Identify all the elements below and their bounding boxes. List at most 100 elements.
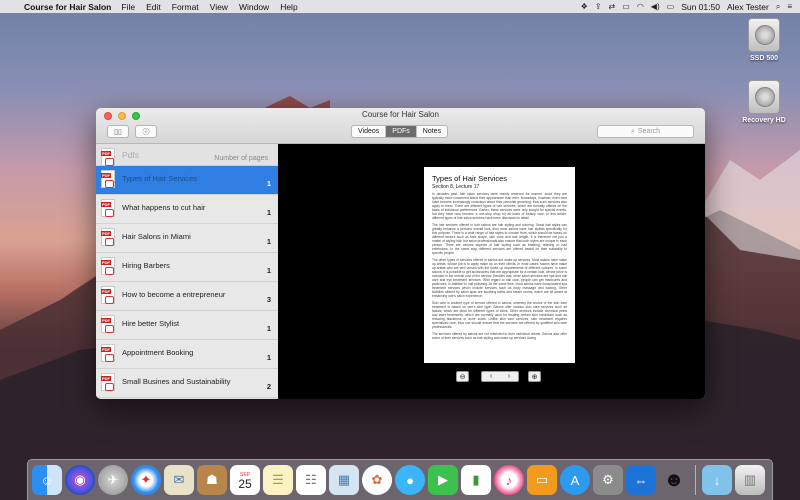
page-count: 3 xyxy=(266,295,271,304)
upload-icon[interactable]: ⇪ xyxy=(595,2,602,11)
page-navigation: ‹ › xyxy=(481,371,519,382)
numbers-icon[interactable]: ▮ xyxy=(461,465,491,495)
column-header-pages: Number of pages xyxy=(214,155,268,162)
preview-icon[interactable]: ▦ xyxy=(329,465,359,495)
facetime-icon[interactable]: ▶ xyxy=(428,465,458,495)
search-input[interactable]: ⌕ Search xyxy=(597,125,694,138)
zoom-in-button[interactable]: ⊕ xyxy=(528,371,541,382)
siri-icon[interactable]: ◉ xyxy=(65,465,95,495)
pdf-title: Hire better Stylist xyxy=(122,319,180,328)
safari-icon[interactable]: ✦ xyxy=(131,465,161,495)
tab-pdfs[interactable]: PDFs xyxy=(386,126,417,137)
document-subtitle: Section 8, Lecture 17 xyxy=(432,184,480,190)
pdf-icon xyxy=(101,228,115,246)
downloads-folder-icon[interactable]: ↓ xyxy=(702,465,732,495)
app-menu[interactable]: Course for Hair Salon xyxy=(24,2,111,12)
menu-file[interactable]: File xyxy=(121,2,135,12)
zoom-out-button[interactable]: ⊖ xyxy=(456,371,469,382)
tab-videos[interactable]: Videos xyxy=(352,126,387,137)
list-item[interactable]: Hire better Stylist 1 xyxy=(96,311,278,340)
info-icon: ⓘ xyxy=(142,128,150,136)
page-count: 1 xyxy=(266,179,271,188)
list-item[interactable]: Hiring Barbers 1 xyxy=(96,253,278,282)
itunes-icon[interactable]: ♪ xyxy=(494,465,524,495)
pdf-title: Small Busines and Sustainability xyxy=(122,377,231,386)
window-toolbar: Course for Hair Salon ▯▯ ⓘ Videos PDFs N… xyxy=(96,108,705,144)
menu-view[interactable]: View xyxy=(210,2,228,12)
tab-segmented-control: Videos PDFs Notes xyxy=(351,125,449,138)
desktop-drive-ssd[interactable]: SSD 500 xyxy=(729,18,799,62)
info-button[interactable]: ⓘ xyxy=(135,125,157,138)
document-paragraph: The other types of services offered in s… xyxy=(432,258,567,298)
tab-notes[interactable]: Notes xyxy=(417,126,447,137)
app-silhouette-icon[interactable]: ☻ xyxy=(659,465,689,495)
dock: ☺ ◉ ✈ ✦ ✉ ☗ SEP 25 ☰ ☷ ▦ ✿ ● ▶ ▮ ♪ ▭ A ⚙… xyxy=(27,459,773,500)
notes-icon[interactable]: ☰ xyxy=(263,465,293,495)
page-count: 2 xyxy=(266,382,271,391)
menu-format[interactable]: Format xyxy=(172,2,199,12)
pdf-viewer: Types of Hair Services Section 8, Lectur… xyxy=(278,144,705,399)
page-count: 1 xyxy=(266,237,271,246)
trash-icon[interactable]: ▥ xyxy=(735,465,765,495)
menu-help[interactable]: Help xyxy=(280,2,297,12)
pdf-title: Hair Salons in Miami xyxy=(122,232,191,241)
dropbox-icon[interactable]: ❖ xyxy=(581,2,588,11)
list-item[interactable]: Hair Salons in Miami 1 xyxy=(96,224,278,253)
hard-drive-icon xyxy=(748,18,780,52)
teamviewer-menu-icon[interactable]: ⇄ xyxy=(609,2,616,11)
clock[interactable]: Sun 01:50 xyxy=(681,2,720,12)
pdf-icon xyxy=(101,148,115,166)
reminders-icon[interactable]: ☷ xyxy=(296,465,326,495)
search-placeholder: Search xyxy=(637,128,661,135)
app-window: Course for Hair Salon ▯▯ ⓘ Videos PDFs N… xyxy=(96,108,705,399)
page-count: 1 xyxy=(266,266,271,275)
system-preferences-icon[interactable]: ⚙ xyxy=(593,465,623,495)
calendar-icon[interactable]: SEP 25 xyxy=(230,465,260,495)
pdf-icon xyxy=(101,257,115,275)
menu-window[interactable]: Window xyxy=(239,2,269,12)
pdf-icon xyxy=(101,170,115,188)
document-paragraph: In decades past, hair salon services wer… xyxy=(432,192,567,220)
list-item[interactable]: What happens to cut hair 1 xyxy=(96,195,278,224)
drive-label: SSD 500 xyxy=(749,55,779,62)
battery-icon[interactable]: ▭ xyxy=(667,2,675,11)
desktop-drive-recovery[interactable]: Recovery HD xyxy=(729,80,799,124)
volume-icon[interactable]: ◀) xyxy=(651,2,660,11)
pdf-list-header: Pdfs Number of pages xyxy=(96,144,278,166)
calendar-day: 25 xyxy=(238,477,252,491)
messages-icon[interactable]: ● xyxy=(395,465,425,495)
list-item[interactable]: Types of Hair Services 1 xyxy=(96,166,278,195)
pdf-icon xyxy=(101,373,115,391)
document-paragraph: The hair services offered in hair salons… xyxy=(432,223,567,255)
launchpad-icon[interactable]: ✈ xyxy=(98,465,128,495)
app-store-icon[interactable]: A xyxy=(560,465,590,495)
pdf-page[interactable]: Types of Hair Services Section 8, Lectur… xyxy=(424,167,575,363)
spotlight-search-icon[interactable]: ⌕ xyxy=(776,2,780,12)
page-count: 1 xyxy=(266,324,271,333)
photos-icon[interactable]: ✿ xyxy=(362,465,392,495)
wifi-icon[interactable]: ◠ xyxy=(637,2,644,11)
document-paragraph: Skin care is another type of service off… xyxy=(432,301,567,329)
list-item[interactable]: Small Busines and Sustainability 2 xyxy=(96,369,278,398)
section-label: Pdfs xyxy=(122,150,140,160)
hard-drive-icon xyxy=(748,80,780,114)
mail-stamp-icon[interactable]: ✉ xyxy=(164,465,194,495)
ibooks-icon[interactable]: ▭ xyxy=(527,465,557,495)
next-page-button[interactable]: › xyxy=(500,373,518,380)
list-item[interactable]: Appointment Booking 1 xyxy=(96,340,278,369)
drive-label: Recovery HD xyxy=(742,117,786,124)
list-item[interactable]: How to become a entrepreneur 3 xyxy=(96,282,278,311)
sidebar-icon: ▯▯ xyxy=(114,128,122,136)
airplay-icon[interactable]: ▭ xyxy=(622,2,630,11)
pdf-title: How to become a entrepreneur xyxy=(122,290,226,299)
previous-page-button[interactable]: ‹ xyxy=(482,373,500,380)
finder-icon[interactable]: ☺ xyxy=(32,465,62,495)
pdf-title: Types of Hair Services xyxy=(122,174,198,183)
contacts-icon[interactable]: ☗ xyxy=(197,465,227,495)
user-name[interactable]: Alex Tester xyxy=(727,2,769,12)
menu-edit[interactable]: Edit xyxy=(146,2,161,12)
sidebar-toggle-button[interactable]: ▯▯ xyxy=(107,125,129,138)
teamviewer-icon[interactable]: ⇔ xyxy=(626,465,656,495)
pdf-title: Appointment Booking xyxy=(122,348,194,357)
notification-center-icon[interactable]: ≡ xyxy=(787,2,792,11)
